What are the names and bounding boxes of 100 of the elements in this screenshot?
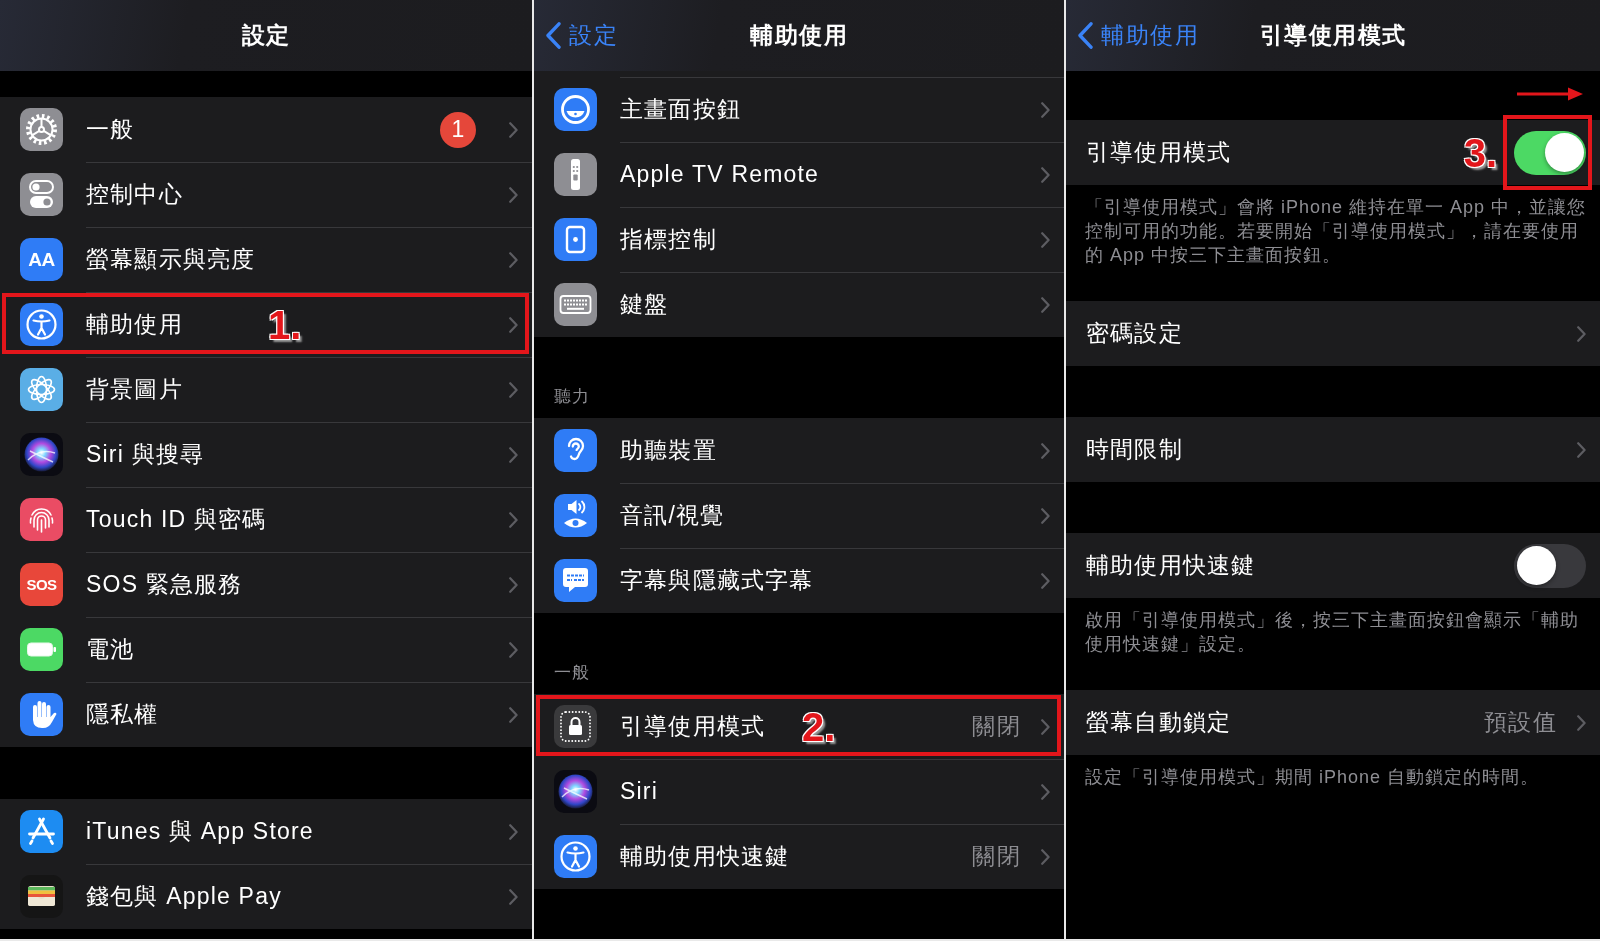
chevron-icon: [1041, 507, 1050, 524]
row-label: 背景圖片: [86, 375, 183, 404]
chevron-icon: [509, 641, 518, 658]
chevron-icon: [509, 511, 518, 528]
row-value: 預設值: [1483, 708, 1557, 737]
switches-icon: [20, 173, 63, 216]
letters-icon: AA: [20, 238, 63, 281]
accessibility-icon: [554, 835, 597, 878]
settings-row[interactable]: Siri 與搜尋: [0, 422, 532, 487]
section-header: 一般: [554, 662, 590, 684]
row-label: 鍵盤: [620, 290, 669, 319]
toggle-switch[interactable]: [1514, 543, 1586, 588]
settings-row[interactable]: Siri: [534, 759, 1064, 824]
settings-row[interactable]: 背景圖片: [0, 357, 532, 422]
settings-row[interactable]: 音訊/視覺: [534, 483, 1064, 548]
step-number: 2.: [802, 706, 836, 747]
chevron-icon: [509, 316, 518, 333]
chevron-icon: [1577, 714, 1586, 731]
row-label: 錢包與 Apple Pay: [86, 882, 282, 911]
chevron-icon: [509, 706, 518, 723]
section-footer: 「引導使用模式」會將 iPhone 維持在單一 App 中，並讓您 控制可用的功能。若要開始「引導使用模式」，請在要使用 的 App 中按三下主畫面按鈕。: [1066, 185, 1600, 301]
row-label: 螢幕自動鎖定: [1086, 708, 1232, 737]
row-label: 輔助使用快速鍵: [1086, 551, 1256, 580]
settings-row[interactable]: 密碼設定: [1066, 301, 1600, 366]
settings-row[interactable]: Apple TV Remote: [534, 142, 1064, 207]
row-label: Siri: [620, 778, 659, 805]
remote-icon: [554, 153, 597, 196]
row-label: 密碼設定: [1086, 319, 1183, 348]
settings-row[interactable]: AA 螢幕顯示與亮度: [0, 227, 532, 292]
row-label: 一般: [86, 115, 135, 144]
nav-title: 輔助使用: [750, 21, 848, 50]
row-label: Touch ID 與密碼: [86, 505, 267, 534]
letter-a-icon: [20, 810, 63, 853]
back-button[interactable]: 設定: [546, 20, 618, 51]
row-label: iTunes 與 App Store: [86, 817, 314, 846]
ear-icon: [554, 429, 597, 472]
settings-row[interactable]: 一般 1: [0, 97, 532, 162]
lock-icon: [554, 705, 597, 748]
chevron-icon: [509, 888, 518, 905]
row-label: Siri 與搜尋: [86, 440, 205, 469]
settings-row[interactable]: 時間限制: [1066, 417, 1600, 482]
settings-row[interactable]: 鍵盤: [534, 272, 1064, 337]
orb-icon: [20, 433, 63, 476]
gear-icon: [20, 108, 63, 151]
wallet-icon: [20, 875, 63, 918]
settings-row[interactable]: 主畫面按鈕: [534, 77, 1064, 142]
section-footer: 設定「引導使用模式」期間 iPhone 自動鎖定的時間。: [1066, 755, 1600, 823]
row-label: 助聽裝置: [620, 436, 717, 465]
orb-icon: [554, 770, 597, 813]
row-label: 電池: [86, 635, 135, 664]
chevron-icon: [1577, 441, 1586, 458]
settings-row[interactable]: 字幕與隱藏式字幕: [534, 548, 1064, 613]
chevron-icon: [1041, 848, 1050, 865]
sos-icon: SOS: [20, 563, 63, 606]
settings-row[interactable]: Touch ID 與密碼: [0, 487, 532, 552]
speaker-eye-icon: [554, 494, 597, 537]
settings-row[interactable]: 錢包與 Apple Pay: [0, 864, 532, 929]
battery-icon: [20, 628, 63, 671]
speech-bubble-icon: [554, 559, 597, 602]
chevron-icon: [1041, 572, 1050, 589]
row-label: 隱私權: [86, 700, 159, 729]
row-label: 控制中心: [86, 180, 183, 209]
chevron-icon: [1577, 325, 1586, 342]
section-header: 聽力: [554, 386, 590, 408]
back-button[interactable]: 輔助使用: [1078, 20, 1199, 51]
hand-icon: [20, 693, 63, 736]
settings-row[interactable]: 輔助使用 1.: [0, 292, 532, 357]
settings-row[interactable]: 隱私權: [0, 682, 532, 747]
accessibility-icon: [20, 303, 63, 346]
chevron-icon: [509, 186, 518, 203]
settings-row[interactable]: 助聽裝置: [534, 418, 1064, 483]
chevron-icon: [509, 823, 518, 840]
row-label: 字幕與隱藏式字幕: [620, 566, 814, 595]
chevron-icon: [1041, 718, 1050, 735]
chevron-icon: [1041, 101, 1050, 118]
row-label: Apple TV Remote: [620, 161, 820, 188]
row-label: 主畫面按鈕: [620, 95, 741, 124]
step-number: 1.: [268, 304, 302, 345]
row-label: 指標控制: [620, 225, 717, 254]
settings-row[interactable]: 電池: [0, 617, 532, 682]
keyboard-icon: [554, 283, 597, 326]
back-chevron-icon: [546, 22, 561, 49]
row-value: 關閉: [972, 842, 1021, 871]
chevron-icon: [509, 121, 518, 138]
row-label: 引導使用模式: [1086, 138, 1232, 167]
settings-row[interactable]: 指標控制: [534, 207, 1064, 272]
toggle-switch[interactable]: [1514, 130, 1586, 175]
settings-row[interactable]: 控制中心: [0, 162, 532, 227]
settings-row[interactable]: iTunes 與 App Store: [0, 799, 532, 864]
row-label: 時間限制: [1086, 435, 1183, 464]
chevron-icon: [1041, 231, 1050, 248]
nav-title: 設定: [241, 21, 291, 50]
chevron-icon: [509, 251, 518, 268]
flower-icon: [20, 368, 63, 411]
chevron-icon: [509, 576, 518, 593]
nav-title: 引導使用模式: [1259, 21, 1407, 50]
settings-row[interactable]: 螢幕自動鎖定 預設值: [1066, 690, 1600, 755]
settings-row[interactable]: SOS SOS 緊急服務: [0, 552, 532, 617]
circle-button-icon: [554, 88, 597, 131]
settings-row[interactable]: 輔助使用快速鍵 關閉: [534, 824, 1064, 889]
